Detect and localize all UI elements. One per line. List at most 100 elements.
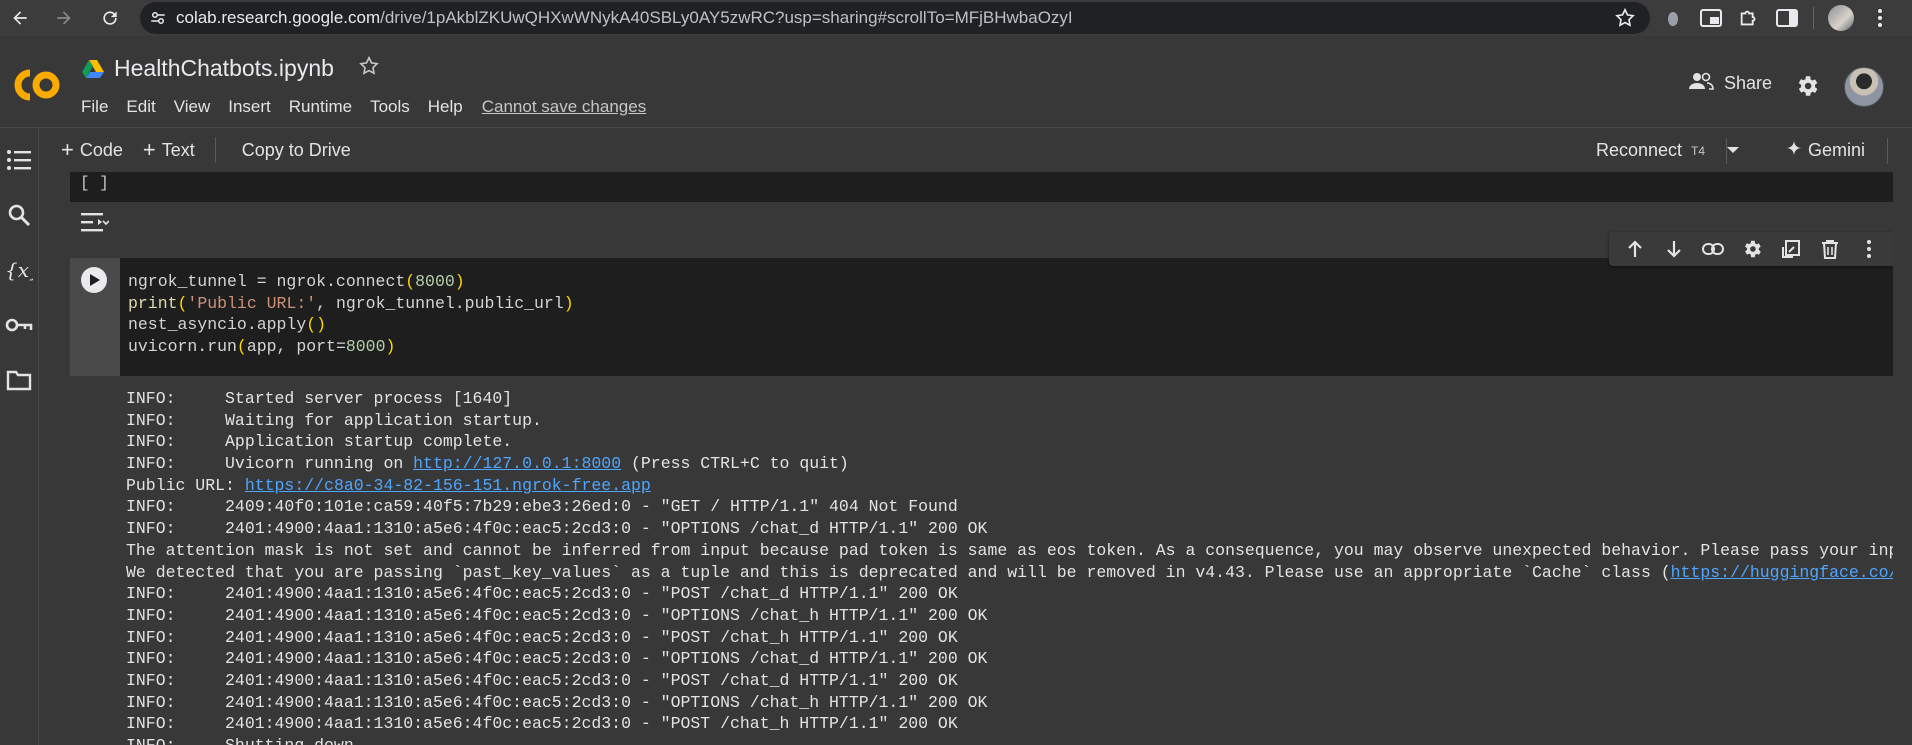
plus-icon: +	[142, 137, 156, 162]
gemini-label: Gemini	[1808, 140, 1866, 160]
output-line: INFO: Waiting for application startup.	[126, 410, 542, 430]
extension-icon[interactable]	[1661, 6, 1685, 30]
forward-icon[interactable]	[46, 0, 82, 36]
runtime-type-badge: T4	[1691, 144, 1706, 158]
share-button[interactable]: Share	[1688, 71, 1772, 96]
code-line: uvicorn.run(app, port=8000)	[128, 337, 396, 357]
add-text-label: Text	[161, 139, 195, 160]
left-sidebar: {x}	[0, 128, 38, 745]
menu-view[interactable]: View	[165, 97, 220, 117]
menu-runtime[interactable]: Runtime	[280, 97, 361, 117]
files-folder-icon[interactable]	[5, 366, 33, 394]
output-line: INFO: 2409:40f0:101e:ca59:40f5:7b29:ebe3…	[126, 497, 958, 517]
output-line: INFO: 2401:4900:4aa1:1310:a5e6:4f0c:eac5…	[126, 714, 958, 734]
output-line: The attention mask is not set and cannot…	[126, 540, 1893, 560]
cannot-save-link[interactable]: Cannot save changes	[482, 97, 646, 117]
settings-gear-icon[interactable]	[1794, 73, 1820, 104]
code-line: ngrok_tunnel = ngrok.connect(8000)	[128, 272, 465, 291]
output-link[interactable]: https://c8a0-34-82-156-151.ngrok-free.ap…	[245, 476, 651, 495]
plus-icon: +	[61, 137, 74, 162]
output-line: INFO: 2401:4900:4aa1:1310:a5e6:4f0c:eac5…	[126, 649, 988, 669]
back-icon[interactable]	[2, 0, 38, 36]
code-cell[interactable]: ngrok_tunnel = ngrok.connect(8000) print(…	[70, 258, 1893, 376]
browser-toolbar: colab.research.google.com/drive/1pAkblZK…	[0, 0, 1912, 36]
run-cell-button[interactable]	[81, 267, 107, 293]
more-icon[interactable]	[1856, 236, 1882, 262]
add-code-label: Code	[79, 139, 123, 160]
secrets-key-icon[interactable]	[5, 311, 33, 339]
output-toggle-icon[interactable]	[79, 210, 110, 234]
delete-icon[interactable]	[1817, 236, 1843, 262]
svg-text:{x}: {x}	[5, 258, 33, 282]
output-line: INFO: 2401:4900:4aa1:1310:a5e6:4f0c:eac5…	[126, 605, 988, 625]
divider	[1813, 7, 1814, 29]
account-avatar[interactable]	[1844, 67, 1884, 107]
toolbar-divider	[1726, 138, 1727, 164]
notebook-title[interactable]: HealthChatbots.ipynb	[114, 55, 334, 82]
bookmark-star-icon[interactable]	[1614, 7, 1636, 34]
more-vert-icon[interactable]	[1868, 6, 1892, 30]
share-label: Share	[1724, 73, 1773, 93]
cell-output: INFO: Started server process [1640] INFO:…	[70, 376, 1893, 745]
output-link[interactable]: http://127.0.0.1:8000	[413, 454, 621, 473]
output-line: INFO: 2401:4900:4aa1:1310:a5e6:4f0c:eac5…	[126, 584, 958, 604]
menu-tools[interactable]: Tools	[361, 97, 419, 117]
output-line: We detected that you are passing `past_k…	[126, 562, 1893, 584]
toolbar-divider	[1887, 138, 1888, 164]
cell-toolbar	[1609, 232, 1895, 266]
picture-in-picture-icon[interactable]	[1699, 6, 1723, 30]
previous-cell[interactable]: [ ]	[70, 172, 1893, 202]
site-info-icon[interactable]	[148, 8, 168, 28]
table-of-contents-icon[interactable]	[5, 146, 33, 174]
toolbar-divider	[214, 137, 216, 163]
move-down-icon[interactable]	[1661, 236, 1687, 262]
gemini-button[interactable]: Gemini	[1786, 140, 1865, 161]
link-icon[interactable]	[1700, 236, 1726, 262]
add-text-button[interactable]: + Text	[142, 137, 195, 162]
code-line: print('Public URL:', ngrok_tunnel.public…	[128, 293, 574, 313]
output-line: INFO: 2401:4900:4aa1:1310:a5e6:4f0c:eac5…	[126, 627, 958, 647]
code-line: nest_asyncio.apply()	[128, 315, 327, 335]
output-text: INFO: Started server process [1640] INFO:…	[126, 388, 1893, 745]
settings-icon[interactable]	[1739, 236, 1765, 262]
profile-avatar[interactable]	[1828, 5, 1854, 31]
notebook-area: [ ] ngrok_tunnel = ngrok.connect(8000) pr…	[39, 172, 1912, 745]
notebook-toolbar: + Code + Text Copy to Drive Reconnect T4…	[39, 128, 1912, 172]
output-link[interactable]: https://huggingface.co/docs/	[1671, 563, 1893, 582]
extensions-puzzle-icon[interactable]	[1737, 6, 1761, 30]
sidebar-panel-icon[interactable]	[1775, 6, 1799, 30]
add-code-button[interactable]: + Code	[61, 137, 123, 162]
cell-exec-bracket: [ ]	[80, 174, 109, 192]
output-line: INFO: 2401:4900:4aa1:1310:a5e6:4f0c:eac5…	[126, 692, 988, 712]
people-icon	[1688, 71, 1714, 96]
output-line: INFO: 2401:4900:4aa1:1310:a5e6:4f0c:eac5…	[126, 519, 988, 539]
star-notebook-icon[interactable]	[358, 55, 380, 82]
output-line: INFO: Application startup complete.	[126, 432, 513, 452]
address-bar[interactable]: colab.research.google.com/drive/1pAkblZK…	[140, 2, 1650, 34]
sparkle-icon	[1786, 140, 1802, 161]
chevron-down-icon[interactable]	[1725, 142, 1741, 163]
variables-icon[interactable]: {x}	[5, 256, 33, 284]
output-line: INFO: Uvicorn running on http://127.0.0.…	[126, 454, 849, 474]
menu-file[interactable]: File	[81, 97, 117, 117]
play-icon	[90, 274, 100, 286]
menu-bar: File Edit View Insert Runtime Tools Help…	[81, 97, 646, 117]
colab-header: HealthChatbots.ipynb File Edit View Inse…	[0, 47, 1912, 127]
colab-logo[interactable]	[8, 65, 66, 105]
output-line: INFO: Shutting down	[126, 735, 1893, 745]
reconnect-button[interactable]: Reconnect	[1596, 140, 1682, 161]
output-line: INFO: 2401:4900:4aa1:1310:a5e6:4f0c:eac5…	[126, 670, 958, 690]
cell-gutter	[70, 258, 120, 376]
scrollbar-track[interactable]	[1893, 172, 1912, 745]
menu-edit[interactable]: Edit	[117, 97, 164, 117]
menu-insert[interactable]: Insert	[219, 97, 280, 117]
copy-to-drive-button[interactable]: Copy to Drive	[242, 140, 351, 161]
menu-help[interactable]: Help	[419, 97, 472, 117]
code-editor[interactable]: ngrok_tunnel = ngrok.connect(8000) print(…	[128, 270, 574, 357]
move-up-icon[interactable]	[1622, 236, 1648, 262]
reload-icon[interactable]	[92, 0, 128, 36]
url-text: colab.research.google.com/drive/1pAkblZK…	[176, 8, 1073, 27]
google-drive-icon	[82, 59, 104, 79]
search-icon[interactable]	[5, 201, 33, 229]
mirror-cell-icon[interactable]	[1778, 236, 1804, 262]
